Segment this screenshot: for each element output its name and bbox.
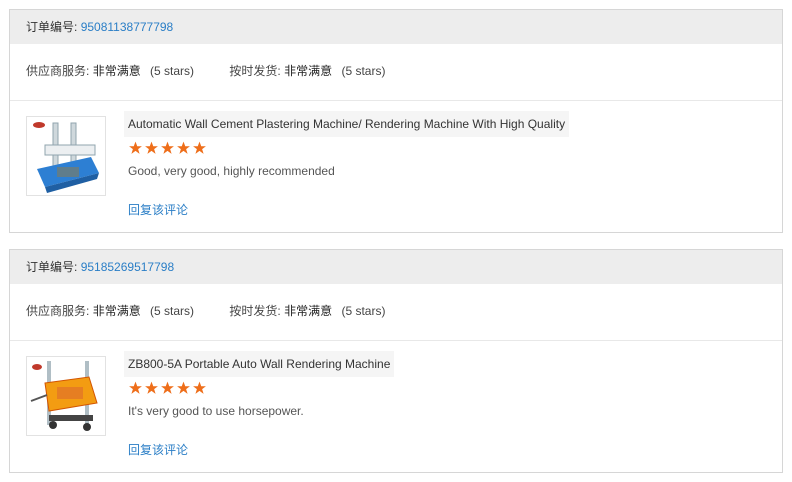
- order-header: 订单编号: 95081138777798: [10, 10, 782, 44]
- supplier-service-stars: (5 stars): [150, 64, 195, 78]
- star-icon: [129, 141, 142, 154]
- star-icon: [177, 381, 190, 394]
- order-number[interactable]: 95185269517798: [81, 260, 174, 274]
- supplier-service-rating: 供应商服务: 非常满意 (5 stars): [26, 286, 194, 336]
- product-title[interactable]: ZB800-5A Portable Auto Wall Rendering Ma…: [124, 351, 395, 377]
- reply-link[interactable]: 回复该评论: [128, 201, 188, 218]
- order-number[interactable]: 95081138777798: [81, 20, 174, 34]
- star-icon: [145, 381, 158, 394]
- rendering-machine-orange-icon: [27, 357, 105, 435]
- star-icon: [193, 381, 206, 394]
- star-icon: [129, 381, 142, 394]
- product-title[interactable]: Automatic Wall Cement Plastering Machine…: [124, 111, 570, 137]
- review-text: Good, very good, highly recommended: [128, 164, 335, 178]
- review-card: 订单编号: 95081138777798 供应商服务: 非常满意 (5 star…: [9, 9, 783, 233]
- order-number-label: 订单编号:: [26, 20, 78, 34]
- ratings-row: 供应商服务: 非常满意 (5 stars) 按时发货: 非常满意 (5 star…: [10, 284, 782, 341]
- star-icon: [193, 141, 206, 154]
- order-header: 订单编号: 95185269517798: [10, 250, 782, 284]
- product-thumbnail[interactable]: [26, 356, 106, 436]
- supplier-service-stars: (5 stars): [150, 304, 195, 318]
- on-time-delivery-stars: (5 stars): [341, 64, 386, 78]
- product-row: Automatic Wall Cement Plastering Machine…: [10, 101, 782, 231]
- star-icon: [161, 381, 174, 394]
- supplier-service-label: 供应商服务:: [26, 304, 90, 318]
- supplier-service-rating: 供应商服务: 非常满意 (5 stars): [26, 46, 194, 96]
- ratings-row: 供应商服务: 非常满意 (5 stars) 按时发货: 非常满意 (5 star…: [10, 44, 782, 101]
- review-card: 订单编号: 95185269517798 供应商服务: 非常满意 (5 star…: [9, 249, 783, 473]
- star-rating: [128, 381, 208, 395]
- order-number-label: 订单编号:: [26, 260, 78, 274]
- star-icon: [145, 141, 158, 154]
- on-time-delivery-label: 按时发货:: [229, 304, 281, 318]
- product-thumbnail[interactable]: [26, 116, 106, 196]
- on-time-delivery-rating: 按时发货: 非常满意 (5 stars): [229, 286, 385, 336]
- plastering-machine-blue-icon: [27, 117, 105, 195]
- star-icon: [177, 141, 190, 154]
- supplier-service-label: 供应商服务:: [26, 64, 90, 78]
- review-text: It's very good to use horsepower.: [128, 404, 304, 418]
- on-time-delivery-label: 按时发货:: [229, 64, 281, 78]
- supplier-service-value: 非常满意: [92, 304, 141, 318]
- on-time-delivery-rating: 按时发货: 非常满意 (5 stars): [229, 46, 385, 96]
- on-time-delivery-value: 非常满意: [284, 304, 333, 318]
- on-time-delivery-value: 非常满意: [284, 64, 333, 78]
- product-row: ZB800-5A Portable Auto Wall Rendering Ma…: [10, 341, 782, 471]
- supplier-service-value: 非常满意: [92, 64, 141, 78]
- reply-link[interactable]: 回复该评论: [128, 441, 188, 458]
- on-time-delivery-stars: (5 stars): [341, 304, 386, 318]
- star-rating: [128, 141, 208, 155]
- star-icon: [161, 141, 174, 154]
